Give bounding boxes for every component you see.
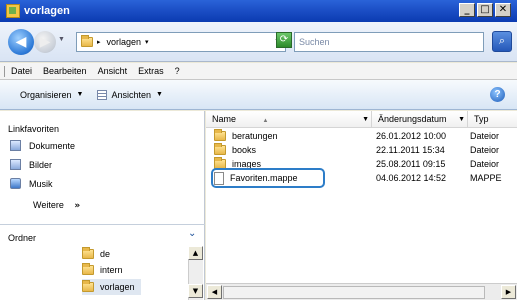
documents-icon	[10, 140, 21, 151]
cell-type: Dateior	[470, 145, 500, 155]
favorite-label: Dokumente	[29, 140, 76, 151]
chevron-down-icon[interactable]: ▼	[458, 111, 465, 128]
folder-icon	[82, 263, 94, 275]
views-button[interactable]: Ansichten ▼	[97, 89, 163, 100]
scroll-up-icon[interactable]: ▲	[188, 246, 203, 260]
column-type[interactable]: Typ	[468, 111, 517, 128]
chevron-down-icon[interactable]: ⌄	[188, 228, 196, 239]
cell-date: 22.11.2011 15:34	[376, 145, 445, 155]
address-box[interactable]: ▸ vorlagen ▾ ▼	[76, 32, 286, 52]
chevron-down-icon: ▼	[76, 91, 84, 98]
refresh-button[interactable]: ⟳	[276, 32, 292, 48]
cell-type: Dateior	[470, 159, 500, 169]
minimize-button[interactable]: _	[459, 3, 475, 17]
favorite-label: Musik	[29, 178, 53, 189]
menu-datei[interactable]: Datei	[11, 66, 32, 76]
file-name: books	[232, 145, 257, 155]
music-icon	[10, 178, 21, 189]
sort-ascending-icon: ▲	[262, 118, 269, 124]
column-date-label: Änderungsdatum	[378, 114, 447, 124]
chevron-down-icon: ▼	[156, 91, 163, 98]
menu-bearbeiten[interactable]: Bearbeiten	[43, 66, 87, 76]
views-icon	[97, 89, 108, 100]
scroll-down-icon[interactable]: ▼	[188, 284, 203, 298]
organize-button[interactable]: Organisieren ▼	[20, 90, 83, 100]
maximize-button[interactable]: □	[477, 3, 493, 17]
tree-label: vorlagen	[100, 282, 135, 292]
search-button[interactable]: ⌕	[492, 31, 512, 52]
cell-date: 26.01.2012 10:00	[376, 131, 447, 141]
menu-bar: Datei Bearbeiten Ansicht Extras ?	[0, 63, 517, 80]
views-label: Ansichten	[111, 89, 151, 100]
pane-divider	[0, 224, 205, 225]
help-icon[interactable]: ?	[490, 87, 505, 102]
column-name-label: Name	[212, 114, 237, 124]
tree-folder-de[interactable]: de	[82, 246, 116, 262]
tree-label: intern	[100, 265, 123, 275]
close-button[interactable]: ✕	[495, 3, 511, 17]
title-bar: vorlagen _ □ ✕	[0, 0, 517, 22]
cell-name: books	[206, 143, 372, 155]
favorite-dokumente[interactable]: Dokumente	[10, 140, 75, 151]
folder-icon	[82, 280, 94, 292]
menu-help[interactable]: ?	[175, 66, 180, 76]
more-favorites-link[interactable]: Weitere »	[33, 200, 80, 211]
chevron-down-icon[interactable]: ▼	[362, 111, 369, 128]
folder-icon	[82, 247, 94, 259]
organize-label: Organisieren	[20, 89, 72, 100]
breadcrumb-dropdown-icon[interactable]: ▾	[145, 38, 149, 46]
column-name[interactable]: Name ▲ ▼	[206, 111, 372, 128]
menu-extras[interactable]: Extras	[138, 66, 164, 76]
cell-name: beratungen	[206, 129, 372, 141]
window-controls: _ □ ✕	[459, 3, 511, 17]
favorite-musik[interactable]: Musik	[10, 178, 53, 189]
folder-icon	[214, 129, 226, 141]
address-bar-area: ◀ ▶ ▼ ▸ vorlagen ▾ ▼ ⟳ Suchen ⌕	[0, 22, 517, 62]
recent-pages-dropdown[interactable]: ▼	[58, 36, 65, 43]
window-title: vorlagen	[24, 5, 70, 17]
column-headers: Name ▲ ▼ Änderungsdatum ▼ Typ	[206, 111, 517, 128]
cell-type: Dateior	[470, 131, 500, 141]
navigation-pane: Linkfavoriten Dokumente Bilder Musik Wei…	[0, 111, 205, 300]
double-chevron-icon: »	[74, 201, 81, 211]
folder-window-icon	[6, 4, 20, 18]
more-label: Weitere	[33, 200, 64, 210]
breadcrumb-arrow-icon[interactable]: ▸	[97, 38, 101, 46]
folder-tree-scrollbar[interactable]: ▲ ▼	[188, 246, 203, 300]
selection-highlight	[211, 168, 325, 188]
table-row[interactable]: books 22.11.2011 15:34 Dateior	[206, 143, 517, 156]
forward-button[interactable]: ▶	[34, 31, 56, 53]
file-name: beratungen	[232, 131, 278, 141]
file-list: Name ▲ ▼ Änderungsdatum ▼ Typ beratungen…	[206, 111, 517, 300]
cell-type: MAPPE	[470, 173, 502, 183]
column-date[interactable]: Änderungsdatum ▼	[372, 111, 468, 128]
menu-ansicht[interactable]: Ansicht	[98, 66, 128, 76]
back-button[interactable]: ◀	[8, 29, 34, 55]
search-input[interactable]: Suchen	[294, 32, 484, 52]
folder-icon	[81, 35, 93, 47]
tree-folder-intern[interactable]: intern	[82, 262, 129, 278]
favorite-label: Bilder	[29, 159, 53, 170]
folder-icon	[214, 143, 226, 155]
table-row[interactable]: beratungen 26.01.2012 10:00 Dateior	[206, 129, 517, 142]
folders-heading[interactable]: Ordner	[8, 233, 36, 243]
tree-label: de	[100, 249, 111, 259]
cell-date: 25.08.2011 09:15	[376, 159, 446, 169]
scroll-thumb[interactable]	[223, 286, 485, 299]
menu-grip	[4, 65, 5, 77]
breadcrumb-vorlagen[interactable]: vorlagen	[107, 37, 142, 47]
tree-folder-vorlagen[interactable]: vorlagen	[82, 279, 141, 295]
horizontal-scrollbar[interactable]: ◀ ▶	[206, 283, 517, 300]
command-toolbar: Organisieren ▼ Ansichten ▼ ?	[0, 80, 517, 110]
cell-date: 04.06.2012 14:52	[376, 173, 447, 183]
pictures-icon	[10, 159, 21, 170]
favorite-bilder[interactable]: Bilder	[10, 159, 52, 170]
scroll-right-icon[interactable]: ▶	[501, 285, 516, 299]
favorites-heading: Linkfavoriten	[8, 124, 60, 134]
column-type-label: Typ	[474, 114, 489, 124]
scroll-left-icon[interactable]: ◀	[207, 285, 222, 299]
